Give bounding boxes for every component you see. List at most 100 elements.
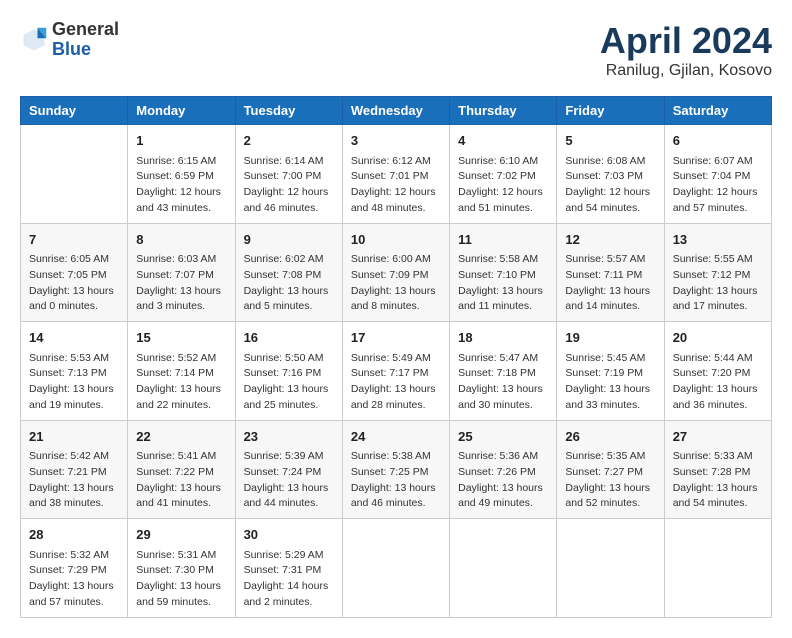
day-info: Sunrise: 5:32 AM bbox=[29, 548, 119, 564]
calendar-cell: 13Sunrise: 5:55 AMSunset: 7:12 PMDayligh… bbox=[664, 223, 771, 322]
calendar-cell: 26Sunrise: 5:35 AMSunset: 7:27 PMDayligh… bbox=[557, 420, 664, 519]
day-info: and 22 minutes. bbox=[136, 398, 226, 414]
day-number: 6 bbox=[673, 131, 763, 151]
day-info: Sunset: 7:21 PM bbox=[29, 465, 119, 481]
day-info: Sunset: 7:09 PM bbox=[351, 268, 441, 284]
day-info: Daylight: 13 hours bbox=[136, 382, 226, 398]
day-info: and 43 minutes. bbox=[136, 201, 226, 217]
logo-text: General Blue bbox=[52, 20, 119, 60]
calendar-week-row: 14Sunrise: 5:53 AMSunset: 7:13 PMDayligh… bbox=[21, 322, 772, 421]
calendar-cell: 20Sunrise: 5:44 AMSunset: 7:20 PMDayligh… bbox=[664, 322, 771, 421]
day-info: Sunrise: 6:08 AM bbox=[565, 154, 655, 170]
day-info: and 30 minutes. bbox=[458, 398, 548, 414]
day-info: Daylight: 13 hours bbox=[673, 284, 763, 300]
weekday-header: Thursday bbox=[450, 97, 557, 125]
day-info: Sunrise: 5:53 AM bbox=[29, 351, 119, 367]
day-number: 5 bbox=[565, 131, 655, 151]
day-info: Sunset: 7:13 PM bbox=[29, 366, 119, 382]
day-info: Daylight: 13 hours bbox=[244, 284, 334, 300]
calendar-week-row: 7Sunrise: 6:05 AMSunset: 7:05 PMDaylight… bbox=[21, 223, 772, 322]
day-info: Daylight: 12 hours bbox=[565, 185, 655, 201]
calendar-cell: 17Sunrise: 5:49 AMSunset: 7:17 PMDayligh… bbox=[342, 322, 449, 421]
day-info: Daylight: 13 hours bbox=[351, 382, 441, 398]
page-header: General Blue April 2024 Ranilug, Gjilan,… bbox=[20, 20, 772, 80]
day-info: and 0 minutes. bbox=[29, 299, 119, 315]
day-number: 21 bbox=[29, 427, 119, 447]
day-info: Sunset: 7:26 PM bbox=[458, 465, 548, 481]
day-info: Sunset: 7:08 PM bbox=[244, 268, 334, 284]
day-info: Daylight: 13 hours bbox=[29, 481, 119, 497]
day-info: and 46 minutes. bbox=[351, 496, 441, 512]
calendar-cell: 10Sunrise: 6:00 AMSunset: 7:09 PMDayligh… bbox=[342, 223, 449, 322]
day-info: Daylight: 13 hours bbox=[673, 481, 763, 497]
location-subtitle: Ranilug, Gjilan, Kosovo bbox=[600, 62, 772, 80]
calendar-cell: 3Sunrise: 6:12 AMSunset: 7:01 PMDaylight… bbox=[342, 125, 449, 224]
day-info: Daylight: 13 hours bbox=[565, 481, 655, 497]
day-info: Daylight: 13 hours bbox=[565, 382, 655, 398]
day-info: Sunset: 7:04 PM bbox=[673, 169, 763, 185]
day-info: Sunset: 7:02 PM bbox=[458, 169, 548, 185]
calendar-cell: 1Sunrise: 6:15 AMSunset: 6:59 PMDaylight… bbox=[128, 125, 235, 224]
day-info: Sunset: 7:12 PM bbox=[673, 268, 763, 284]
day-info: and 54 minutes. bbox=[565, 201, 655, 217]
day-info: Daylight: 12 hours bbox=[673, 185, 763, 201]
day-info: Sunset: 7:11 PM bbox=[565, 268, 655, 284]
day-info: and 33 minutes. bbox=[565, 398, 655, 414]
day-info: and 5 minutes. bbox=[244, 299, 334, 315]
title-block: April 2024 Ranilug, Gjilan, Kosovo bbox=[600, 20, 772, 80]
day-info: Sunset: 7:07 PM bbox=[136, 268, 226, 284]
day-info: and 44 minutes. bbox=[244, 496, 334, 512]
day-info: Sunrise: 5:33 AM bbox=[673, 449, 763, 465]
calendar-cell: 2Sunrise: 6:14 AMSunset: 7:00 PMDaylight… bbox=[235, 125, 342, 224]
day-info: Daylight: 13 hours bbox=[565, 284, 655, 300]
calendar-cell: 22Sunrise: 5:41 AMSunset: 7:22 PMDayligh… bbox=[128, 420, 235, 519]
day-number: 16 bbox=[244, 328, 334, 348]
calendar-cell: 28Sunrise: 5:32 AMSunset: 7:29 PMDayligh… bbox=[21, 519, 128, 618]
day-info: Sunrise: 5:50 AM bbox=[244, 351, 334, 367]
day-number: 28 bbox=[29, 525, 119, 545]
day-info: and 11 minutes. bbox=[458, 299, 548, 315]
day-number: 23 bbox=[244, 427, 334, 447]
calendar-cell: 5Sunrise: 6:08 AMSunset: 7:03 PMDaylight… bbox=[557, 125, 664, 224]
calendar-cell: 14Sunrise: 5:53 AMSunset: 7:13 PMDayligh… bbox=[21, 322, 128, 421]
day-number: 26 bbox=[565, 427, 655, 447]
day-info: and 59 minutes. bbox=[136, 595, 226, 611]
weekday-header: Friday bbox=[557, 97, 664, 125]
calendar-week-row: 28Sunrise: 5:32 AMSunset: 7:29 PMDayligh… bbox=[21, 519, 772, 618]
day-info: Daylight: 13 hours bbox=[673, 382, 763, 398]
day-info: Daylight: 13 hours bbox=[29, 284, 119, 300]
calendar-cell: 24Sunrise: 5:38 AMSunset: 7:25 PMDayligh… bbox=[342, 420, 449, 519]
day-info: and 3 minutes. bbox=[136, 299, 226, 315]
logo-icon bbox=[20, 26, 48, 54]
day-number: 7 bbox=[29, 230, 119, 250]
weekday-header: Wednesday bbox=[342, 97, 449, 125]
calendar-cell: 4Sunrise: 6:10 AMSunset: 7:02 PMDaylight… bbox=[450, 125, 557, 224]
day-info: Sunrise: 5:39 AM bbox=[244, 449, 334, 465]
day-info: Daylight: 13 hours bbox=[351, 481, 441, 497]
day-info: and 19 minutes. bbox=[29, 398, 119, 414]
day-info: Sunrise: 5:52 AM bbox=[136, 351, 226, 367]
day-number: 1 bbox=[136, 131, 226, 151]
day-info: Sunset: 7:28 PM bbox=[673, 465, 763, 481]
day-info: Sunset: 7:10 PM bbox=[458, 268, 548, 284]
day-number: 17 bbox=[351, 328, 441, 348]
day-info: and 36 minutes. bbox=[673, 398, 763, 414]
day-number: 22 bbox=[136, 427, 226, 447]
day-info: Daylight: 12 hours bbox=[351, 185, 441, 201]
day-info: Sunrise: 5:29 AM bbox=[244, 548, 334, 564]
day-info: Sunset: 7:14 PM bbox=[136, 366, 226, 382]
day-info: Sunrise: 6:14 AM bbox=[244, 154, 334, 170]
weekday-header: Monday bbox=[128, 97, 235, 125]
calendar-cell: 27Sunrise: 5:33 AMSunset: 7:28 PMDayligh… bbox=[664, 420, 771, 519]
day-info: Daylight: 13 hours bbox=[29, 382, 119, 398]
day-info: Sunrise: 5:47 AM bbox=[458, 351, 548, 367]
day-info: Sunrise: 5:57 AM bbox=[565, 252, 655, 268]
day-info: and 14 minutes. bbox=[565, 299, 655, 315]
day-info: and 49 minutes. bbox=[458, 496, 548, 512]
calendar-cell: 30Sunrise: 5:29 AMSunset: 7:31 PMDayligh… bbox=[235, 519, 342, 618]
calendar-cell bbox=[342, 519, 449, 618]
day-info: Sunrise: 6:05 AM bbox=[29, 252, 119, 268]
calendar-cell: 6Sunrise: 6:07 AMSunset: 7:04 PMDaylight… bbox=[664, 125, 771, 224]
calendar-cell: 21Sunrise: 5:42 AMSunset: 7:21 PMDayligh… bbox=[21, 420, 128, 519]
calendar-cell: 9Sunrise: 6:02 AMSunset: 7:08 PMDaylight… bbox=[235, 223, 342, 322]
